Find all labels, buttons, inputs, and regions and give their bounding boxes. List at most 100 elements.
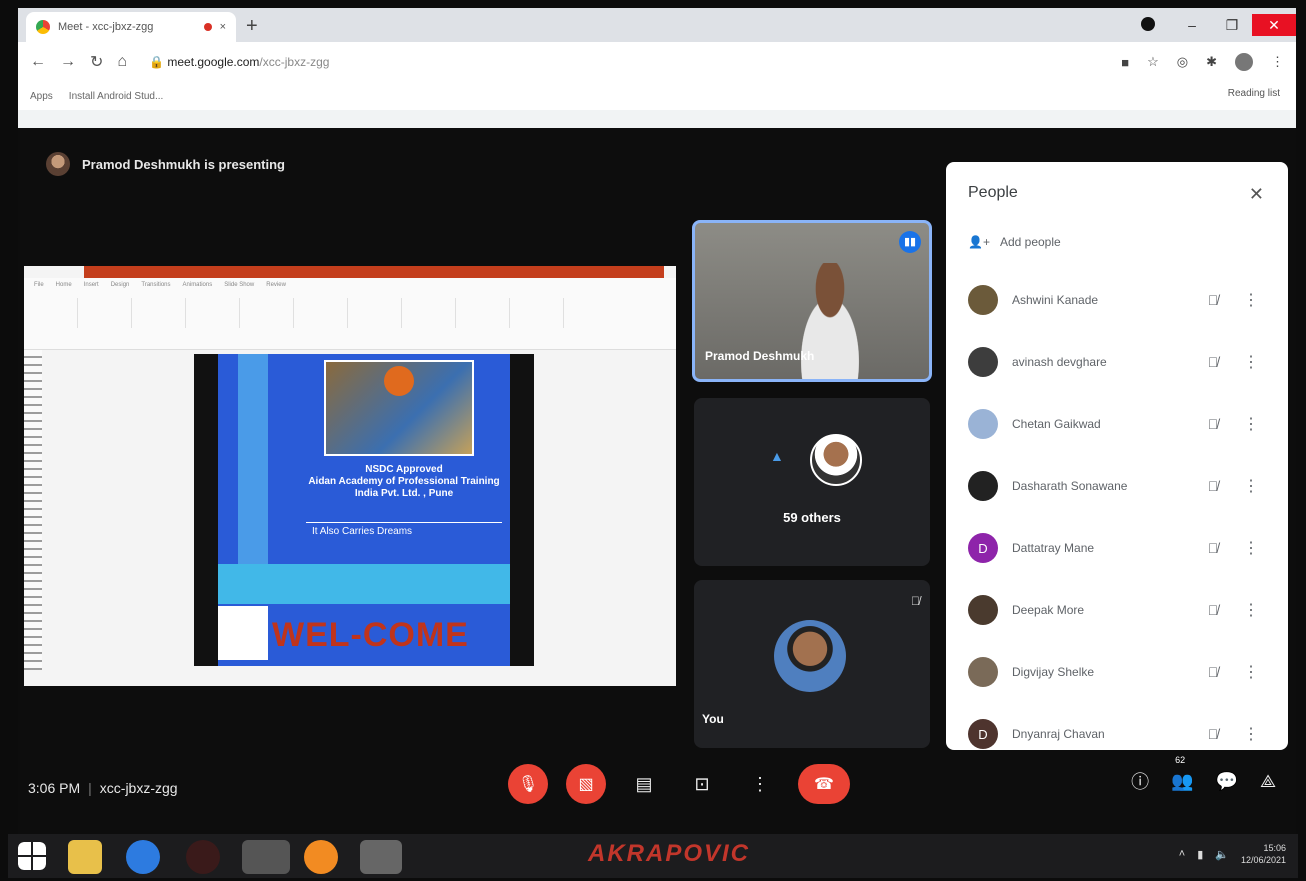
mic-off-icon: 🎙̸ — [1207, 292, 1219, 308]
meet-stage: Pramod Deshmukh is presenting File Home In… — [18, 128, 1296, 834]
participant-avatar: D — [968, 533, 998, 563]
leave-call-button[interactable]: ☎ — [798, 764, 850, 804]
recording-dot-icon — [203, 23, 212, 31]
tray-clock[interactable]: 15:06 12/06/2021 — [1241, 842, 1286, 866]
restore-button[interactable]: ❐ — [1212, 17, 1252, 34]
media-app-icon[interactable] — [186, 840, 220, 874]
participant-row[interactable]: D Dattatray Mane 🎙̸ ⋮ — [946, 517, 1288, 579]
profile-avatar[interactable] — [1235, 53, 1253, 71]
current-slide: NSDC Approved Aidan Academy of Professio… — [194, 354, 534, 666]
participant-more-icon[interactable]: ⋮ — [1236, 600, 1266, 620]
participant-row[interactable]: avinash devghare 🎙̸ ⋮ — [946, 331, 1288, 393]
extension-icon[interactable]: ◎ — [1177, 54, 1188, 70]
puzzle-icon[interactable]: ✱ — [1206, 54, 1217, 70]
participant-avatar — [968, 347, 998, 377]
url-path: /xcc-jbxz-zgg — [259, 55, 330, 69]
file-explorer-icon[interactable] — [68, 840, 102, 874]
chat-icon[interactable]: 💬 — [1216, 771, 1238, 792]
lock-icon: 🔒 — [149, 55, 168, 69]
people-icon: 👥 — [1171, 770, 1194, 791]
volume-icon[interactable]: 🔈 — [1215, 848, 1229, 861]
more-options-button[interactable]: ⋮ — [740, 764, 780, 804]
activities-icon[interactable]: ⟁ — [1260, 771, 1276, 792]
others-label: 59 others — [783, 510, 841, 525]
browser-tools: ■ ☆ ◎ ✱ ⋮ — [1121, 53, 1284, 71]
brand-mark-icon: ▲ — [770, 448, 784, 464]
chrome-taskbar-icon[interactable] — [242, 840, 290, 874]
participant-more-icon[interactable]: ⋮ — [1236, 414, 1266, 434]
participant-more-icon[interactable]: ⋮ — [1236, 662, 1266, 682]
small-logo — [218, 606, 268, 660]
participant-name: Dnyanraj Chavan — [1012, 727, 1105, 741]
tab-meet[interactable]: Meet - xcc-jbxz-zgg × — [26, 12, 236, 42]
tab-bar: Meet - xcc-jbxz-zgg × + – ❐ ✕ — [18, 8, 1296, 42]
participant-name: Deepak More — [1012, 603, 1085, 617]
close-window-button[interactable]: ✕ — [1252, 14, 1296, 36]
camera-toggle-button[interactable]: ▧ — [566, 764, 606, 804]
firefox-icon[interactable] — [304, 840, 338, 874]
participant-row[interactable]: Chetan Gaikwad 🎙̸ ⋮ — [946, 393, 1288, 455]
participant-row[interactable]: Deepak More 🎙̸ ⋮ — [946, 579, 1288, 641]
minimize-button[interactable]: – — [1172, 17, 1212, 33]
tab-close-button[interactable]: × — [220, 21, 226, 33]
others-avatar — [810, 434, 862, 486]
participant-name: Digvijay Shelke — [1012, 665, 1095, 679]
participant-row[interactable]: Ashwini Kanade 🎙̸ ⋮ — [946, 269, 1288, 331]
people-panel-title: People — [968, 184, 1018, 201]
participant-row[interactable]: Dasharath Sonawane 🎙̸ ⋮ — [946, 455, 1288, 517]
participant-row[interactable]: Digvijay Shelke 🎙̸ ⋮ — [946, 641, 1288, 703]
participant-avatar — [968, 657, 998, 687]
camera-off-icon: ▧ — [578, 776, 594, 793]
presentation-view[interactable]: File Home Insert Design Transitions Animation… — [24, 266, 676, 686]
forward-icon[interactable]: → — [60, 53, 76, 71]
mic-off-icon: 🎙̸ — [1207, 354, 1219, 370]
participant-more-icon[interactable]: ⋮ — [1236, 352, 1266, 372]
mic-off-icon: 🎙̸ — [1207, 664, 1219, 680]
account-icon[interactable] — [1132, 16, 1172, 34]
reading-list-button[interactable]: Reading list — [1228, 88, 1280, 99]
tray-chevron-icon[interactable]: ˄ — [1179, 848, 1185, 860]
participant-avatar: D — [968, 719, 998, 749]
bookmark-star-icon[interactable]: ☆ — [1147, 54, 1159, 70]
mic-off-icon: 🎙 — [517, 776, 539, 793]
browser-window: Meet - xcc-jbxz-zgg × + – ❐ ✕ ← → ↻ ⌂ 🔒 … — [18, 8, 1296, 128]
captions-button[interactable]: ▤ — [624, 764, 664, 804]
mic-off-icon: 🎙̸ — [1207, 478, 1219, 494]
present-button[interactable]: ⊡ — [682, 764, 722, 804]
url-host: meet.google.com — [167, 55, 260, 69]
menu-kebab-icon[interactable]: ⋮ — [1271, 54, 1284, 70]
add-people-button[interactable]: 👤+ Add people — [946, 205, 1288, 249]
presenter-name: Pramod Deshmukh — [705, 349, 815, 363]
address-bar-row: ← → ↻ ⌂ 🔒 meet.google.com/xcc-jbxz-zgg ■… — [18, 42, 1296, 82]
paint-icon[interactable] — [360, 840, 402, 874]
windows-start-icon[interactable] — [18, 842, 46, 870]
participant-more-icon[interactable]: ⋮ — [1236, 476, 1266, 496]
participant-more-icon[interactable]: ⋮ — [1236, 290, 1266, 310]
close-panel-icon[interactable]: ✕ — [1249, 184, 1264, 205]
url-field[interactable]: 🔒 meet.google.com/xcc-jbxz-zgg — [149, 55, 1107, 69]
participant-more-icon[interactable]: ⋮ — [1236, 538, 1266, 558]
new-tab-button[interactable]: + — [246, 15, 258, 38]
meeting-details-icon[interactable]: ⓘ — [1131, 768, 1149, 794]
participant-row[interactable]: D Dnyanraj Chavan 🎙̸ ⋮ — [946, 703, 1288, 750]
people-button[interactable]: 62 👥 — [1171, 755, 1194, 792]
network-icon[interactable]: ▮ — [1197, 848, 1203, 861]
meeting-code: xcc-jbxz-zgg — [99, 780, 178, 796]
mic-off-icon: 🎙̸ — [1207, 726, 1219, 742]
mic-off-icon: 🎙̸ — [1207, 602, 1219, 618]
bookmark-android-studio[interactable]: Install Android Stud... — [69, 91, 164, 102]
others-tile[interactable]: ▲ 59 others — [694, 398, 930, 566]
presenter-avatar — [46, 152, 70, 176]
mic-toggle-button[interactable]: 🎙 — [508, 764, 548, 804]
reload-icon[interactable]: ↻ — [90, 52, 103, 72]
meet-favicon-icon — [36, 20, 50, 34]
bookmark-apps[interactable]: Apps — [30, 91, 53, 102]
presenter-tile[interactable]: ▮▮ Pramod Deshmukh — [692, 220, 932, 382]
participant-more-icon[interactable]: ⋮ — [1236, 724, 1266, 744]
camera-indicator-icon[interactable]: ■ — [1121, 55, 1129, 70]
self-tile[interactable]: 🎙̸ You — [694, 580, 930, 748]
browser-edge-icon[interactable] — [126, 840, 160, 874]
back-icon[interactable]: ← — [30, 53, 46, 71]
participant-name: avinash devghare — [1012, 355, 1107, 369]
home-icon[interactable]: ⌂ — [117, 53, 127, 71]
